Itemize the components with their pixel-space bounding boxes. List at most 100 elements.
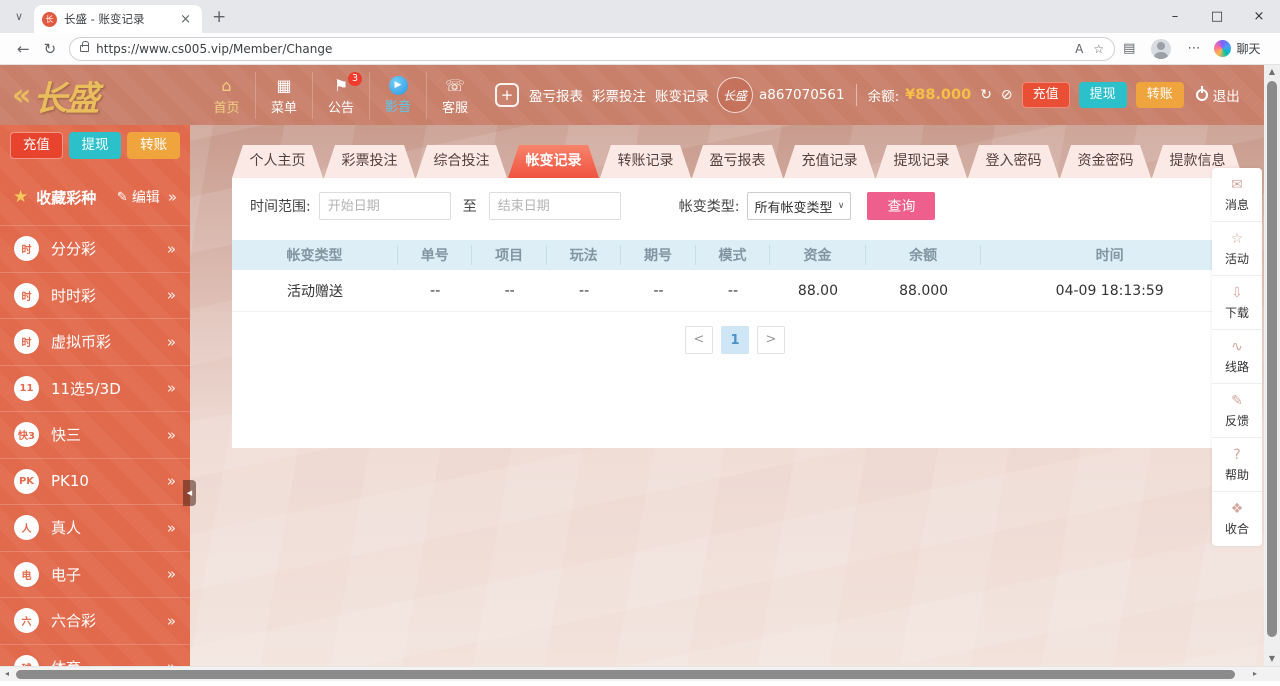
sidebar-item[interactable]: 时 虚拟币彩 »	[0, 318, 190, 365]
add-shortcut-button[interactable]: +	[495, 83, 519, 107]
logout-label: 退出	[1213, 85, 1240, 105]
query-button[interactable]: 查询	[867, 192, 935, 220]
member-tab[interactable]: 盈亏报表	[692, 145, 783, 178]
vertical-scrollbar[interactable]: ▲ ▼	[1264, 65, 1280, 666]
copilot-button[interactable]: 聊天	[1214, 40, 1260, 57]
scroll-down-arrow-icon[interactable]: ▼	[1264, 652, 1280, 666]
quick-link[interactable]: 账变记录	[655, 85, 709, 105]
pagination-next-button[interactable]: >	[757, 326, 785, 354]
hide-balance-icon[interactable]: ⊘	[1001, 87, 1013, 103]
reload-button[interactable]: ↻	[44, 40, 57, 58]
sidebar-item[interactable]: 球 体育 »	[0, 644, 190, 667]
chevron-right-icon: »	[168, 188, 177, 206]
sidebar-transfer-button[interactable]: 转账	[127, 132, 180, 159]
sidebar-item[interactable]: 人 真人 »	[0, 504, 190, 551]
user-avatar[interactable]: 长盛	[717, 77, 753, 113]
scroll-right-arrow-icon[interactable]: ▸	[1248, 667, 1262, 681]
table-header-cell: 资金	[770, 245, 866, 265]
member-tab[interactable]: 综合投注	[416, 145, 507, 178]
member-tab[interactable]: 帐变记录	[508, 145, 599, 178]
floating-menu-item[interactable]: ☆ 活动	[1212, 222, 1262, 276]
sidebar-item[interactable]: 时 时时彩 »	[0, 272, 190, 319]
horizontal-scrollbar[interactable]: ◂ ▸	[0, 666, 1280, 681]
member-tab[interactable]: 转账记录	[600, 145, 691, 178]
end-date-input[interactable]	[489, 192, 621, 220]
floating-menu-item[interactable]: ∿ 线路	[1212, 330, 1262, 384]
address-bar[interactable]: https://www.cs005.vip/Member/Change A ☆	[69, 37, 1115, 61]
chevron-right-icon: »	[167, 658, 176, 666]
mail-icon: ✉	[1231, 177, 1243, 194]
floating-menu-item[interactable]: ? 帮助	[1212, 438, 1262, 492]
chevron-right-icon: »	[167, 240, 176, 258]
logout-button[interactable]: 退出	[1196, 85, 1240, 105]
member-tab[interactable]: 充值记录	[784, 145, 875, 178]
member-tab[interactable]: 彩票投注	[324, 145, 415, 178]
sidebar-item[interactable]: 电 电子 »	[0, 551, 190, 598]
pagination-page-1[interactable]: 1	[721, 326, 749, 354]
scroll-up-arrow-icon[interactable]: ▲	[1264, 65, 1280, 79]
window-minimize-button[interactable]: –	[1154, 0, 1196, 33]
pagination-prev-button[interactable]: <	[685, 326, 713, 354]
browser-tab[interactable]: 长 长盛 - 账变记录 ×	[34, 5, 202, 33]
scroll-left-arrow-icon[interactable]: ◂	[0, 667, 14, 681]
nav-item[interactable]: ▶ 影音	[369, 72, 426, 119]
table-cell-time: 04-09 18:13:59	[981, 283, 1238, 299]
favorite-star-icon[interactable]: ☆	[1093, 42, 1104, 56]
help-icon: ?	[1233, 447, 1240, 464]
window-close-button[interactable]: ×	[1238, 0, 1280, 33]
nav-item[interactable]: ⌂ 首页	[198, 72, 255, 119]
sidebar-item[interactable]: 快3 快三 »	[0, 411, 190, 458]
window-maximize-button[interactable]: □	[1196, 0, 1238, 33]
change-type-select[interactable]: 所有帐变类型 ∨	[747, 192, 851, 220]
table-header-cell: 帐变类型	[232, 245, 398, 265]
withdraw-button[interactable]: 提现	[1079, 82, 1127, 108]
tab-title: 长盛 - 账变记录	[64, 11, 177, 27]
more-menu-icon[interactable]: ⋯	[1187, 41, 1200, 56]
floating-menu-item[interactable]: ✎ 反馈	[1212, 384, 1262, 438]
nav-item[interactable]: ☏ 客服	[426, 72, 483, 119]
quick-link[interactable]: 彩票投注	[592, 85, 646, 105]
floating-menu-item[interactable]: ❖ 收合	[1212, 492, 1262, 546]
tab-search-dropdown-icon[interactable]: ∨	[6, 6, 32, 28]
quick-link[interactable]: 盈亏报表	[529, 85, 583, 105]
member-tab[interactable]: 登入密码	[968, 145, 1059, 178]
download-icon: ⇩	[1231, 285, 1243, 302]
nav-item[interactable]: ⚑ 公告 3	[312, 72, 369, 119]
sidebar-item[interactable]: PK PK10 »	[0, 458, 190, 505]
start-date-input[interactable]	[319, 192, 451, 220]
deposit-button[interactable]: 充值	[1022, 82, 1070, 108]
site-logo[interactable]: « 长盛	[12, 71, 198, 120]
vertical-scrollbar-thumb[interactable]	[1267, 81, 1277, 637]
member-tab[interactable]: 资金密码	[1060, 145, 1151, 178]
sidebar-item[interactable]: 时 分分彩 »	[0, 225, 190, 272]
chevron-right-icon: »	[167, 565, 176, 583]
back-button[interactable]: ←	[17, 40, 30, 58]
refresh-balance-icon[interactable]: ↻	[980, 87, 992, 103]
new-tab-button[interactable]: +	[212, 7, 226, 27]
sidebar: 充值 提现 转账 ★ 收藏彩种 ✎ 编辑 »	[0, 125, 190, 666]
sidebar-item[interactable]: 六 六合彩 »	[0, 597, 190, 644]
nav-label: 菜单	[256, 97, 312, 116]
chevron-right-icon: »	[167, 333, 176, 351]
member-tab[interactable]: 个人主页	[232, 145, 323, 178]
collections-icon[interactable]: ▤	[1123, 41, 1135, 56]
date-range-label: 时间范围:	[250, 196, 311, 216]
browser-profile-avatar[interactable]	[1151, 39, 1171, 59]
horizontal-scrollbar-thumb[interactable]	[16, 670, 1235, 679]
transfer-button[interactable]: 转账	[1136, 82, 1184, 108]
main-nav: ⌂ 首页 ▦ 菜单 ⚑ 公告 3	[198, 72, 483, 119]
clock-icon: 时	[14, 283, 39, 308]
sidebar-collapse-handle[interactable]: ◀	[183, 480, 196, 506]
sidebar-deposit-button[interactable]: 充值	[10, 132, 63, 159]
nav-item[interactable]: ▦ 菜单	[255, 72, 312, 119]
sidebar-item[interactable]: 11 11选5/3D »	[0, 365, 190, 412]
floating-menu-item[interactable]: ✉ 消息	[1212, 168, 1262, 222]
read-aloud-icon[interactable]: A	[1075, 42, 1083, 56]
member-tab[interactable]: 提现记录	[876, 145, 967, 178]
tab-close-icon[interactable]: ×	[177, 12, 194, 27]
change-type-label: 帐变类型:	[679, 196, 740, 216]
star-circle-icon: ☆	[1231, 231, 1244, 248]
floating-menu-item[interactable]: ⇩ 下载	[1212, 276, 1262, 330]
sidebar-withdraw-button[interactable]: 提现	[69, 132, 122, 159]
edit-favorites-button[interactable]: ✎ 编辑	[117, 187, 160, 207]
